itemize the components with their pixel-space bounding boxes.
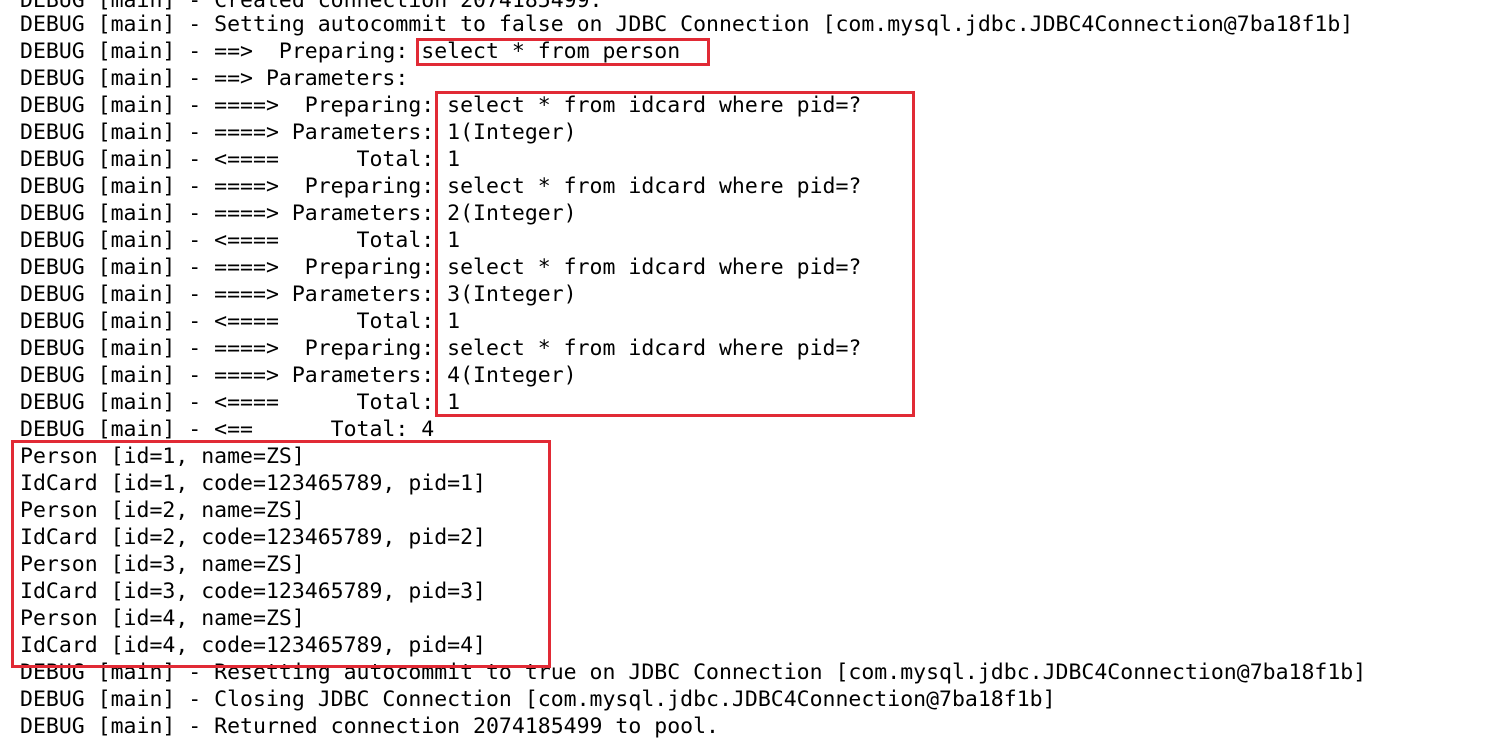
log-line: DEBUG [main] - <==== Total: 1 bbox=[20, 147, 461, 172]
log-line: DEBUG [main] - ==> Preparing: select * f… bbox=[20, 39, 681, 64]
log-line: DEBUG [main] - <==== Total: 1 bbox=[20, 228, 461, 253]
log-line: DEBUG [main] - <== Total: 4 bbox=[20, 417, 435, 442]
log-line: Person [id=4, name=ZS] bbox=[20, 606, 305, 631]
log-line: DEBUG [main] - Returned connection 20741… bbox=[20, 714, 719, 739]
log-line: DEBUG [main] - ====> Preparing: select *… bbox=[20, 336, 862, 361]
log-line: DEBUG [main] - ====> Parameters: 3(Integ… bbox=[20, 282, 577, 307]
log-line: IdCard [id=4, code=123465789, pid=4] bbox=[20, 633, 486, 658]
log-line: DEBUG [main] - ====> Parameters: 1(Integ… bbox=[20, 120, 577, 145]
log-line: DEBUG [main] - ====> Preparing: select *… bbox=[20, 93, 862, 118]
log-line: DEBUG [main] - Setting autocommit to fal… bbox=[20, 12, 1354, 37]
log-line: IdCard [id=2, code=123465789, pid=2] bbox=[20, 525, 486, 550]
log-line: DEBUG [main] - ====> Parameters: 2(Integ… bbox=[20, 201, 577, 226]
log-line: DEBUG [main] - <==== Total: 1 bbox=[20, 390, 461, 415]
log-line: IdCard [id=1, code=123465789, pid=1] bbox=[20, 471, 486, 496]
log-line: DEBUG [main] - Resetting autocommit to t… bbox=[20, 660, 1367, 685]
log-line: IdCard [id=3, code=123465789, pid=3] bbox=[20, 579, 486, 604]
log-line: DEBUG [main] - ====> Preparing: select *… bbox=[20, 255, 862, 280]
log-line: Person [id=1, name=ZS] bbox=[20, 444, 305, 469]
log-line: DEBUG [main] - <==== Total: 1 bbox=[20, 309, 461, 334]
log-line: DEBUG [main] - ====> Parameters: 4(Integ… bbox=[20, 363, 577, 388]
log-line: Person [id=2, name=ZS] bbox=[20, 498, 305, 523]
log-line: Person [id=3, name=ZS] bbox=[20, 552, 305, 577]
console-output: DEBUG [main] - Created connection 207418… bbox=[0, 0, 1501, 752]
log-line: DEBUG [main] - ====> Preparing: select *… bbox=[20, 174, 862, 199]
log-line: DEBUG [main] - Closing JDBC Connection [… bbox=[20, 687, 1056, 712]
log-line: DEBUG [main] - ==> Parameters: bbox=[20, 66, 422, 91]
